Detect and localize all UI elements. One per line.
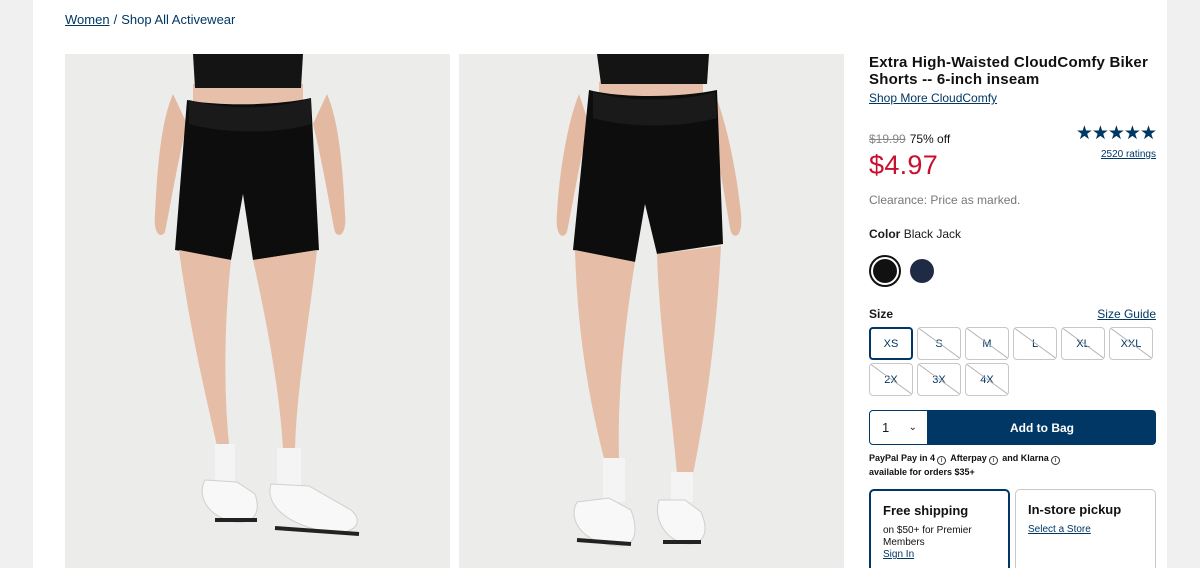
- pay-later-info: PayPal Pay in 4i Afterpay i and Klarna i a…: [869, 451, 1156, 479]
- pay-later-note: available for orders $35+: [869, 467, 975, 477]
- pickup-title: In-store pickup: [1028, 502, 1122, 517]
- swatch-color-dot: [873, 259, 897, 283]
- price-block: $19.99 75% off $4.97 ★★★★★ 2520 ratings: [869, 124, 1157, 190]
- quantity-value: 1: [882, 420, 890, 435]
- shipping-title: Free shipping: [883, 503, 969, 518]
- chevron-down-icon: ⌄: [908, 422, 917, 433]
- breadcrumb: Women / Shop All Activewear: [65, 12, 235, 27]
- clearance-note: Clearance: Price as marked.: [869, 193, 1021, 207]
- purchase-row: 1 ⌄ Add to Bag: [869, 410, 1156, 445]
- size-option-m[interactable]: M: [965, 327, 1009, 360]
- product-image-back[interactable]: [459, 54, 844, 568]
- paypal-label: PayPal Pay in 4: [869, 453, 936, 463]
- star-rating-icon: ★★★★★: [1075, 123, 1157, 144]
- and-text: and: [1002, 453, 1019, 463]
- size-guide-link[interactable]: Size Guide: [1097, 307, 1156, 321]
- size-option-l[interactable]: L: [1013, 327, 1057, 360]
- product-page: Women / Shop All Activewear Extra High-W…: [33, 0, 1167, 568]
- size-option-xxl[interactable]: XXL: [1109, 327, 1153, 360]
- model-back-illustration: [459, 54, 844, 568]
- color-swatches: [869, 255, 1156, 287]
- info-icon[interactable]: i: [937, 456, 947, 465]
- shop-more-link[interactable]: Shop More CloudComfy: [869, 91, 997, 105]
- breadcrumb-link-women[interactable]: Women: [65, 12, 110, 27]
- color-label: Color: [869, 227, 901, 241]
- klarna-label: Klarna: [1020, 453, 1049, 463]
- breadcrumb-current[interactable]: Shop All Activewear: [121, 12, 235, 27]
- info-icon[interactable]: i: [988, 456, 998, 465]
- sign-in-link[interactable]: Sign In: [883, 549, 914, 561]
- swatch-navy[interactable]: [906, 255, 938, 287]
- shipping-subtitle-text: on $50+ for Premier Members: [883, 525, 972, 548]
- size-option-4x[interactable]: 4X: [965, 363, 1009, 396]
- original-price: $19.99: [869, 132, 906, 146]
- size-option-3x[interactable]: 3X: [917, 363, 961, 396]
- in-store-pickup-option[interactable]: In-store pickup Select a Store: [1015, 489, 1156, 568]
- color-label-row: Color Black Jack: [869, 227, 1156, 241]
- model-front-illustration: [65, 54, 450, 568]
- ratings-count-link[interactable]: 2520 ratings: [1101, 149, 1156, 160]
- size-header: Size Size Guide: [869, 307, 1156, 321]
- shipping-subtitle: on $50+ for Premier Members Sign In: [883, 525, 996, 561]
- product-image-front[interactable]: [65, 54, 450, 568]
- product-title: Extra High-Waisted CloudComfy Biker Shor…: [869, 54, 1148, 88]
- discount-badge: 75% off: [909, 132, 951, 146]
- rating-block[interactable]: ★★★★★ 2520 ratings: [1075, 123, 1157, 162]
- size-label: Size: [869, 307, 894, 321]
- breadcrumb-separator: /: [113, 12, 118, 27]
- size-options: XS S M L XL XXL 2X 3X 4X: [869, 327, 1159, 396]
- info-icon[interactable]: i: [1050, 456, 1060, 465]
- free-shipping-option[interactable]: Free shipping on $50+ for Premier Member…: [869, 489, 1010, 568]
- size-option-xl[interactable]: XL: [1061, 327, 1105, 360]
- add-to-bag-button[interactable]: Add to Bag: [928, 410, 1156, 445]
- quantity-select[interactable]: 1 ⌄: [869, 410, 928, 445]
- select-store-link[interactable]: Select a Store: [1028, 524, 1091, 536]
- size-option-s[interactable]: S: [917, 327, 961, 360]
- swatch-black-jack[interactable]: [869, 255, 901, 287]
- pickup-subtitle: Select a Store: [1028, 524, 1143, 536]
- size-option-xs[interactable]: XS: [869, 327, 913, 360]
- fulfillment-options: Free shipping on $50+ for Premier Member…: [869, 489, 1156, 568]
- swatch-color-dot: [910, 259, 934, 283]
- product-info-panel: Extra High-Waisted CloudComfy Biker Shor…: [869, 54, 1159, 568]
- size-option-2x[interactable]: 2X: [869, 363, 913, 396]
- color-selected-name: Black Jack: [903, 227, 962, 241]
- afterpay-label: Afterpay: [950, 453, 987, 463]
